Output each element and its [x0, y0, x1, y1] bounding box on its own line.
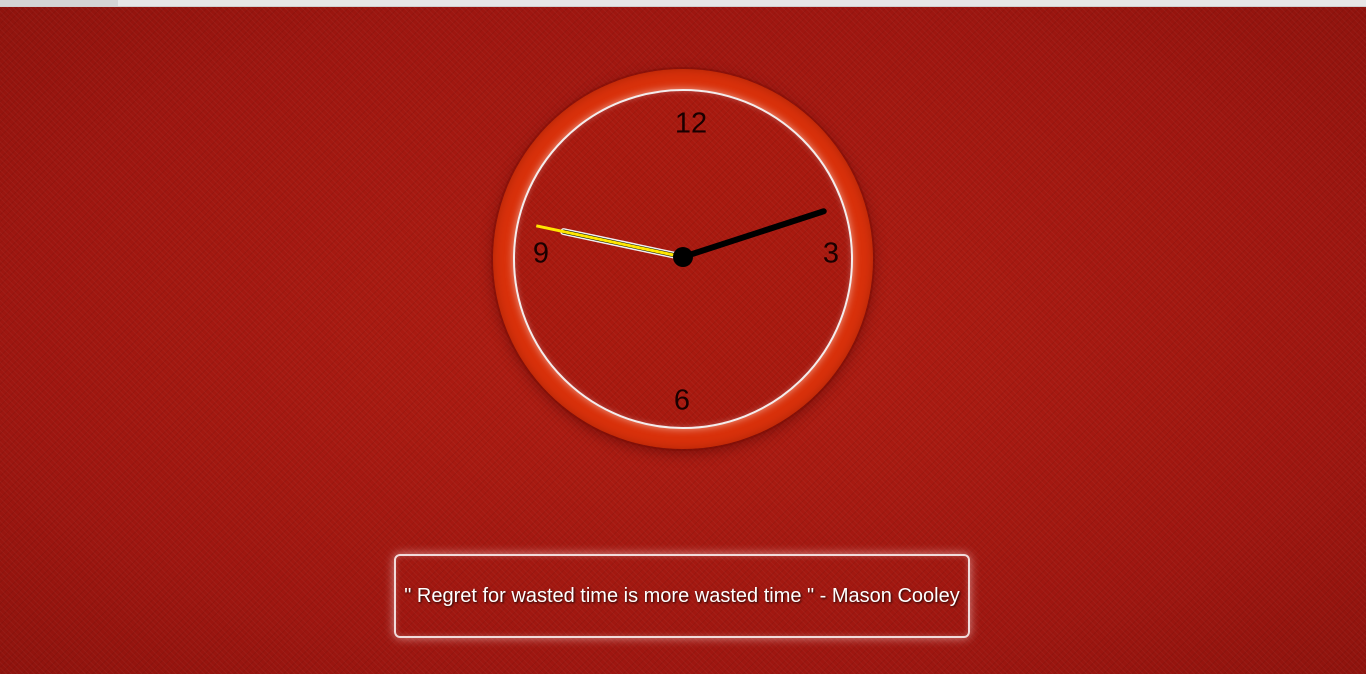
quote-box: " Regret for wasted time is more wasted …: [394, 554, 970, 638]
quote-text: " Regret for wasted time is more wasted …: [404, 584, 960, 607]
numeral-9: 9: [532, 237, 550, 270]
numeral-6: 6: [673, 384, 691, 417]
clock-face: [513, 89, 853, 429]
browser-top-bar: [0, 0, 1366, 7]
top-bar-segment: [0, 0, 118, 6]
numeral-3: 3: [822, 237, 840, 270]
numeral-12: 12: [674, 107, 708, 140]
